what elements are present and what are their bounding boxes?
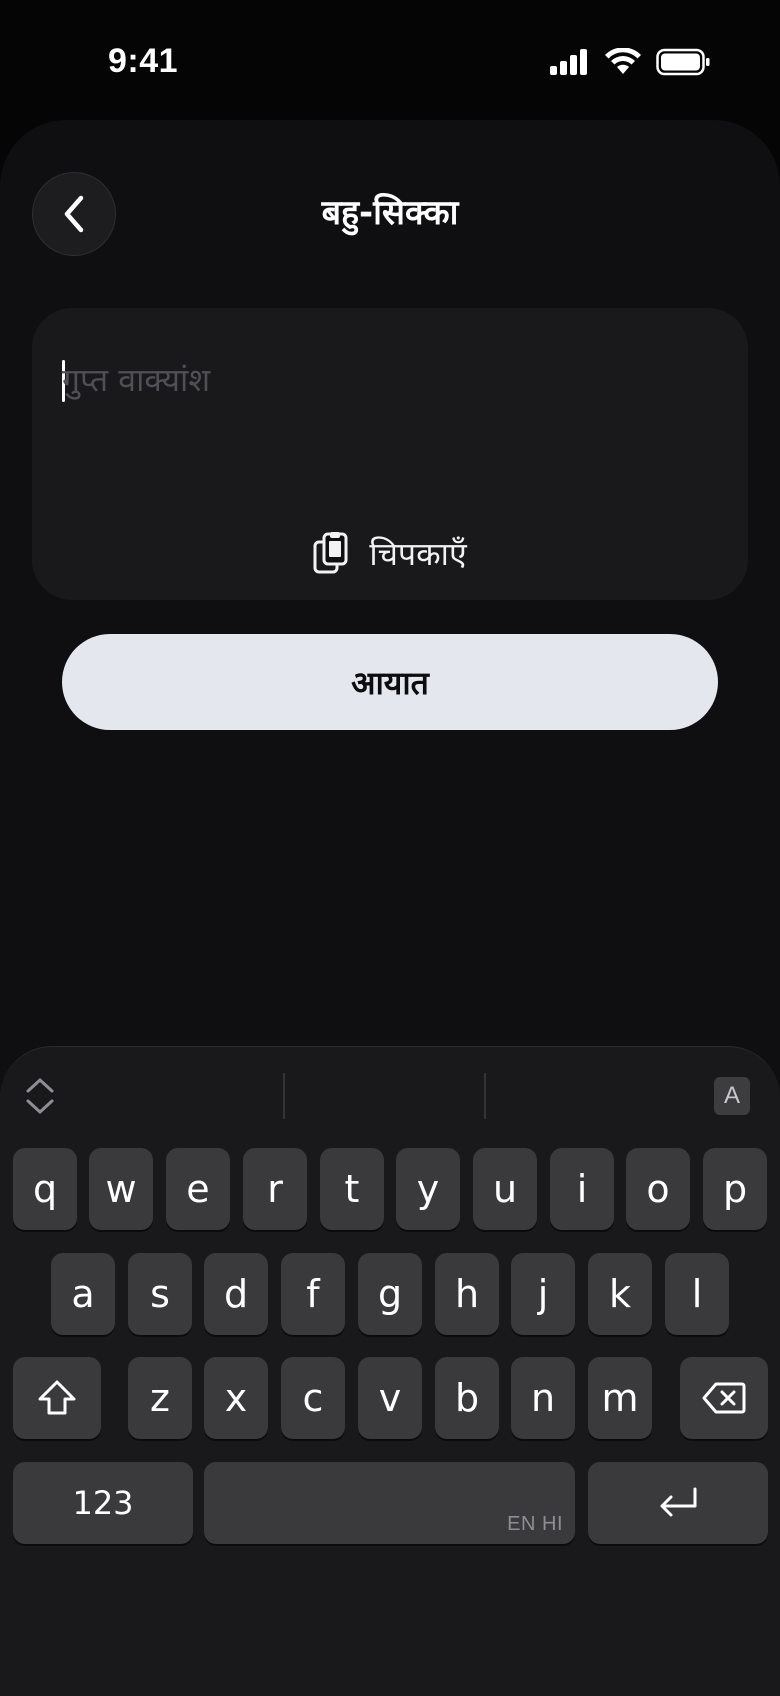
key-e[interactable]: e [166, 1148, 230, 1230]
cellular-signal-icon [550, 49, 587, 75]
key-c[interactable]: c [281, 1357, 345, 1439]
key-q[interactable]: q [13, 1148, 77, 1230]
key-w[interactable]: w [89, 1148, 153, 1230]
key-t[interactable]: t [320, 1148, 384, 1230]
import-button-label: आयात [351, 663, 429, 702]
paste-label: चिपकाएँ [369, 534, 467, 573]
key-g[interactable]: g [358, 1253, 422, 1335]
key-s[interactable]: s [128, 1253, 192, 1335]
screen: 9:41 बहु-सिक्का गुप्त वाक्यांश चिपकाएँ आ… [0, 0, 780, 1696]
shift-key[interactable] [13, 1357, 101, 1439]
key-z[interactable]: z [128, 1357, 192, 1439]
key-y[interactable]: y [396, 1148, 460, 1230]
key-k[interactable]: k [588, 1253, 652, 1335]
format-key[interactable]: A [714, 1077, 750, 1115]
predictive-toggle-icon[interactable] [24, 1075, 56, 1117]
clipboard-icon [313, 532, 348, 574]
wifi-icon [605, 48, 641, 74]
delete-backspace-icon [702, 1382, 746, 1414]
key-p[interactable]: p [703, 1148, 767, 1230]
key-a[interactable]: a [51, 1253, 115, 1335]
status-time: 9:41 [108, 42, 179, 80]
key-d[interactable]: d [204, 1253, 268, 1335]
page-title: बहु-सिक्का [321, 193, 459, 233]
key-h[interactable]: h [435, 1253, 499, 1335]
space-key[interactable]: EN HI [204, 1462, 575, 1544]
status-bar: 9:41 [0, 0, 780, 120]
battery-icon [656, 48, 710, 76]
numbers-key[interactable]: 123 [13, 1462, 193, 1544]
return-icon [660, 1487, 697, 1517]
suggestion-divider [283, 1073, 285, 1119]
key-l[interactable]: l [665, 1253, 729, 1335]
key-m[interactable]: m [588, 1357, 652, 1439]
secret-phrase-box[interactable]: चिपकाएँ [32, 308, 748, 600]
status-icons [550, 48, 710, 76]
secret-phrase-input[interactable] [62, 348, 702, 412]
key-j[interactable]: j [511, 1253, 575, 1335]
key-f[interactable]: f [281, 1253, 345, 1335]
keyboard-toolbar: A [0, 1047, 780, 1143]
key-r[interactable]: r [243, 1148, 307, 1230]
key-i[interactable]: i [550, 1148, 614, 1230]
suggestion-divider [484, 1073, 486, 1119]
keyboard: A q w e r t y u i o p a s d f g h j k l … [0, 1046, 780, 1696]
key-b[interactable]: b [435, 1357, 499, 1439]
key-v[interactable]: v [358, 1357, 422, 1439]
key-n[interactable]: n [511, 1357, 575, 1439]
shift-icon [38, 1380, 76, 1415]
import-button[interactable]: आयात [62, 634, 718, 730]
language-hint: EN HI [507, 1513, 563, 1535]
key-x[interactable]: x [204, 1357, 268, 1439]
paste-button[interactable]: चिपकाएँ [32, 528, 748, 578]
return-key[interactable] [588, 1462, 768, 1544]
delete-key[interactable] [680, 1357, 768, 1439]
key-u[interactable]: u [473, 1148, 537, 1230]
key-o[interactable]: o [626, 1148, 690, 1230]
